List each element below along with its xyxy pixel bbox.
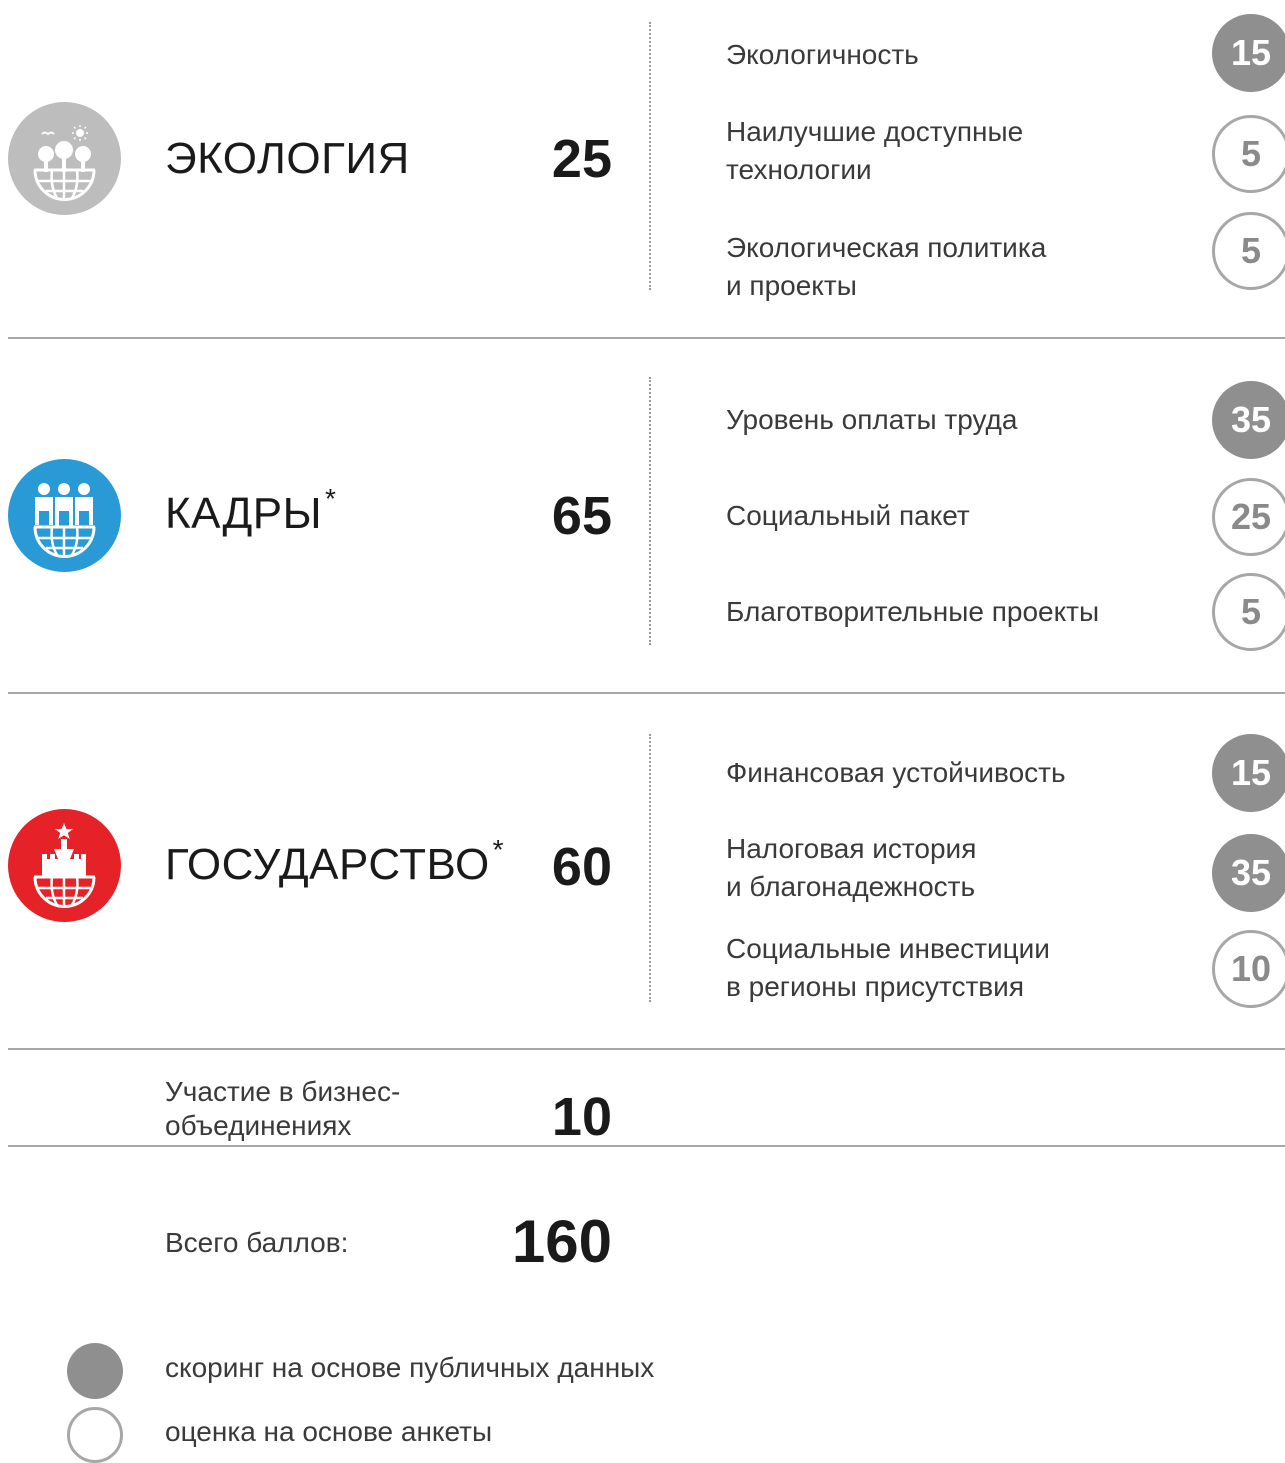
score-badge-public: 15 (1212, 734, 1285, 812)
section-divider (8, 1048, 1285, 1050)
score-badge-survey: 5 (1212, 212, 1285, 290)
ecology-icon (8, 102, 121, 215)
criterion-label: Экологичность (726, 39, 919, 70)
legend-public-data-label: скоринг на основе публичных данных (165, 1352, 655, 1383)
score-badge-survey: 5 (1212, 573, 1285, 651)
staff-icon (8, 459, 121, 572)
business-associations-score: 10 (551, 1087, 612, 1147)
divider-dotted (649, 734, 651, 1002)
category-staff: КАДРЫ * 65 Уровень оплаты труда 35 Социал… (0, 339, 1285, 692)
criterion-label: Социальный пакет (726, 500, 970, 531)
score-badge-survey: 25 (1212, 478, 1285, 556)
score-badge-survey: 5 (1212, 115, 1285, 193)
category-title: ГОСУДАРСТВО * (165, 834, 505, 889)
category-state: ГОСУДАРСТВО * 60 Финансовая устойчивость … (0, 694, 1285, 1047)
divider-dotted (649, 22, 651, 290)
category-title: ЭКОЛОГИЯ (165, 134, 410, 183)
category-title: КАДРЫ * (165, 483, 337, 538)
category-score: 60 (551, 837, 612, 897)
category-ecology: ЭКОЛОГИЯ 25 Экологичность 15 Наилучшие д… (0, 0, 1285, 335)
criterion-label: Благотворительные проекты (726, 596, 1100, 627)
legend-filled-circle-icon (67, 1343, 123, 1399)
legend-outline-circle-icon (67, 1407, 123, 1463)
score-badge-survey: 10 (1212, 930, 1285, 1008)
score-badge-public: 35 (1212, 834, 1285, 912)
category-score: 25 (551, 129, 612, 189)
legend-survey-label: оценка на основе анкеты (165, 1416, 493, 1447)
score-badge-public: 15 (1212, 14, 1285, 92)
category-score: 65 (551, 486, 612, 546)
total-score: 160 (511, 1208, 612, 1275)
divider-dotted (649, 377, 651, 645)
state-icon (8, 809, 121, 922)
criterion-label: Наилучшие доступные технологии (726, 116, 1024, 185)
business-associations-label: Участие в бизнес- объединениях (165, 1076, 401, 1141)
score-badge-public: 35 (1212, 381, 1285, 459)
total-label: Всего баллов: (165, 1227, 349, 1258)
criterion-label: Финансовая устойчивость (726, 757, 1066, 788)
section-divider (8, 1145, 1285, 1147)
criterion-label: Уровень оплаты труда (726, 404, 1018, 435)
criterion-label: Экологическая политика и проекты (726, 232, 1047, 301)
criterion-label: Социальные инвестиции в регионы присутст… (726, 933, 1050, 1002)
criterion-label: Налоговая история и благонадежность (726, 833, 977, 902)
